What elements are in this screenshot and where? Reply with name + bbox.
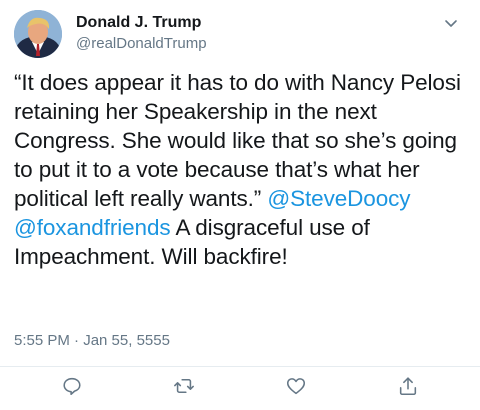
- retweet-arrows-icon: [174, 378, 194, 394]
- author-display-name[interactable]: Donald J. Trump: [76, 13, 207, 33]
- tweet-timestamp[interactable]: 5:55 PM · Jan 55, 5555: [14, 332, 170, 350]
- comment-bubble-icon: [63, 377, 81, 396]
- tweet-header: Donald J. Trump @realDonaldTrump: [14, 10, 466, 62]
- mention-link-stevedoocy[interactable]: @SteveDoocy: [267, 186, 410, 211]
- retweet-button[interactable]: [170, 372, 198, 400]
- like-button[interactable]: [282, 372, 310, 400]
- heart-outline-icon: [286, 378, 306, 395]
- author-info: Donald J. Trump @realDonaldTrump: [76, 13, 207, 54]
- avatar[interactable]: [14, 10, 62, 58]
- avatar-image: [14, 10, 62, 58]
- share-button[interactable]: [394, 372, 422, 400]
- divider: [0, 366, 480, 367]
- action-bar: [0, 372, 480, 402]
- chevron-down-icon[interactable]: [442, 14, 460, 32]
- mention-link-foxandfriends[interactable]: @foxandfriends: [14, 215, 171, 240]
- reply-button[interactable]: [58, 372, 86, 400]
- author-handle[interactable]: @realDonaldTrump: [76, 34, 207, 54]
- tweet-card: Donald J. Trump @realDonaldTrump “It doe…: [0, 0, 480, 410]
- share-upload-icon: [399, 377, 417, 396]
- tweet-text: “It does appear it has to do with Nancy …: [14, 68, 468, 271]
